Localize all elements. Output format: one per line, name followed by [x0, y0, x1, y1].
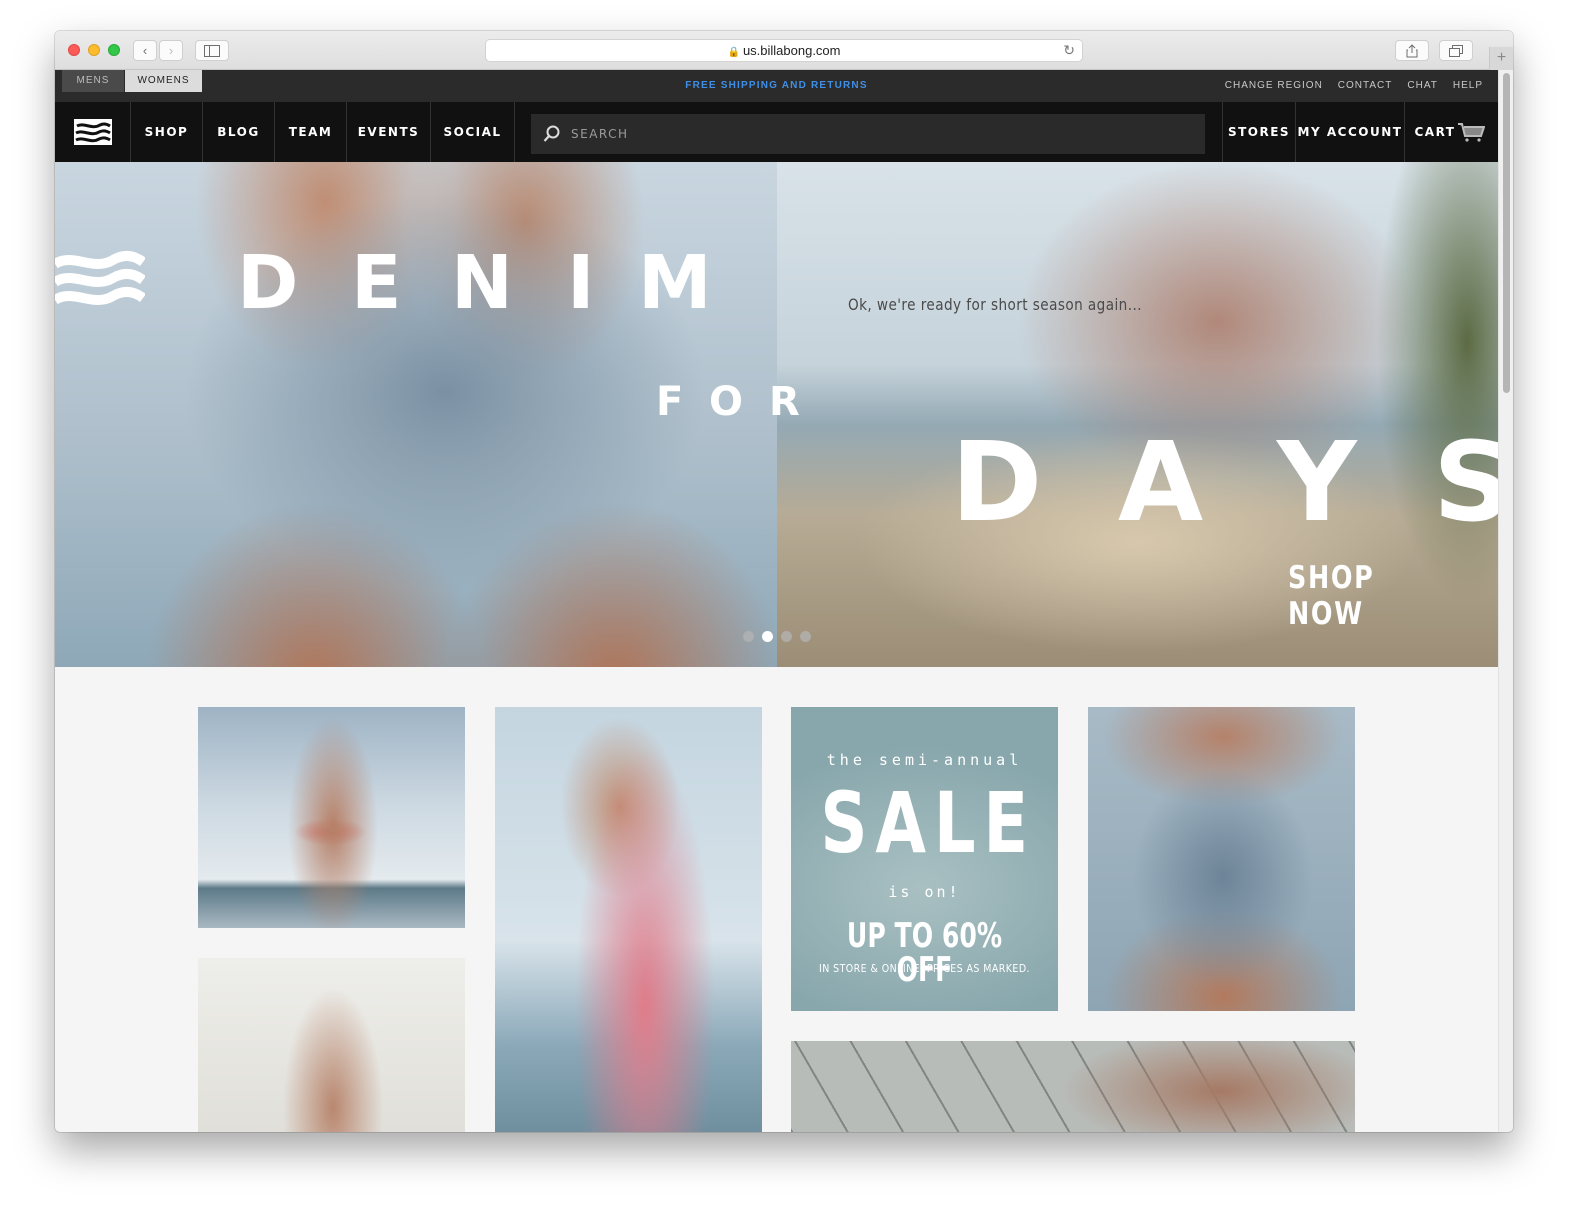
nav-social[interactable]: SOCIAL [431, 102, 515, 162]
hero-headline-letter: D [951, 418, 1043, 546]
share-icon [1406, 44, 1418, 58]
change-region-link[interactable]: CHANGE REGION [1225, 80, 1323, 91]
hero-banner[interactable]: D E N I M F O R D A Y S Ok, we're ready … [55, 162, 1498, 667]
site-top-bar: MENS WOMENS FREE SHIPPING AND RETURNS CH… [55, 70, 1498, 102]
carousel-dots [743, 631, 811, 642]
address-bar[interactable]: 🔒 us.billabong.com ↻ [485, 39, 1083, 62]
carousel-dot[interactable] [800, 631, 811, 642]
tile-bikini-model[interactable] [198, 707, 465, 928]
billabong-wave-logo-icon [55, 250, 145, 305]
nav-blog[interactable]: BLOG [203, 102, 275, 162]
nav-shop[interactable]: SHOP [131, 102, 203, 162]
main-nav: SHOP BLOG TEAM EVENTS SOCIAL STORES MY A… [55, 102, 1498, 162]
hero-headline-letter: I [567, 240, 595, 326]
search-input[interactable] [571, 114, 1171, 154]
chat-link[interactable]: CHAT [1407, 80, 1437, 91]
sidebar-icon [204, 45, 220, 57]
hero-tagline: Ok, we're ready for short season again..… [848, 295, 1142, 314]
help-link[interactable]: HELP [1453, 80, 1483, 91]
forward-button[interactable]: › [159, 40, 183, 61]
search-box [531, 114, 1205, 154]
zoom-window-button[interactable] [108, 44, 120, 56]
page-scrollbar[interactable] [1503, 73, 1510, 393]
billabong-wave-logo-icon [74, 119, 112, 145]
carousel-dot[interactable] [781, 631, 792, 642]
plus-icon: + [1496, 49, 1507, 66]
shop-now-button[interactable]: SHOP NOW [1288, 560, 1460, 632]
tabs-icon [1449, 45, 1463, 57]
nav-team[interactable]: TEAM [275, 102, 347, 162]
hero-headline-letter: O [709, 379, 744, 425]
new-tab-button[interactable]: + [1489, 47, 1513, 70]
tile-floral-dress-model[interactable] [495, 707, 762, 1132]
chevron-left-icon: ‹ [142, 43, 148, 58]
billabong-logo[interactable] [55, 102, 131, 162]
hero-headline-letter: D [237, 240, 299, 326]
hero-headline-letter: S [1433, 418, 1498, 546]
hero-headline-letter: N [451, 240, 513, 326]
nav-stores[interactable]: STORES [1222, 102, 1296, 162]
tile-striped-swimsuit[interactable] [198, 958, 465, 1132]
share-button[interactable] [1395, 40, 1429, 61]
carousel-dot[interactable] [743, 631, 754, 642]
hero-headline-letter: A [1118, 418, 1204, 546]
nav-cart[interactable]: CART [1405, 102, 1465, 162]
sale-headline: SALE [820, 774, 1036, 872]
nav-events[interactable]: EVENTS [347, 102, 431, 162]
tabs-overview-button[interactable] [1439, 40, 1473, 61]
sale-offer: UP TO 60% OFF [846, 916, 1003, 990]
search-icon [543, 125, 560, 142]
cart-icon[interactable] [1457, 122, 1485, 142]
close-window-button[interactable] [68, 44, 80, 56]
minimize-window-button[interactable] [88, 44, 100, 56]
back-button[interactable]: ‹ [133, 40, 157, 61]
lock-icon: 🔒 [727, 47, 740, 58]
tile-denim-shorts[interactable] [1088, 707, 1355, 1011]
reload-icon[interactable]: ↻ [1063, 40, 1075, 61]
tile-model-on-tiles[interactable] [791, 1041, 1355, 1132]
carousel-dot-active[interactable] [762, 631, 773, 642]
hero-headline-letter: F [656, 379, 684, 425]
url-text: us.billabong.com [742, 43, 841, 58]
browser-window: ‹ › 🔒 us.billabong.com ↻ + MENS WOMENS FR… [55, 31, 1513, 1132]
sidebar-toggle-button[interactable] [195, 40, 229, 61]
hero-headline-letter: E [351, 240, 402, 326]
sale-fine-print: IN STORE & ONLINE. PRICES AS MARKED. [818, 962, 1030, 975]
nav-my-account[interactable]: MY ACCOUNT [1296, 102, 1405, 162]
hero-headline-letter: M [638, 240, 712, 326]
hero-headline-letter: Y [1277, 418, 1357, 546]
utility-links: CHANGE REGION CONTACT CHAT HELP [1225, 80, 1483, 91]
tile-semi-annual-sale[interactable]: the semi-annual SALE is on! UP TO 60% OF… [791, 707, 1058, 1011]
hero-headline-letter: R [769, 379, 800, 425]
sale-is-on: is on! [888, 883, 961, 901]
contact-link[interactable]: CONTACT [1338, 80, 1393, 91]
chevron-right-icon: › [168, 43, 174, 58]
browser-toolbar: ‹ › 🔒 us.billabong.com ↻ + [55, 31, 1513, 70]
sale-subtitle: the semi-annual [826, 751, 1023, 769]
